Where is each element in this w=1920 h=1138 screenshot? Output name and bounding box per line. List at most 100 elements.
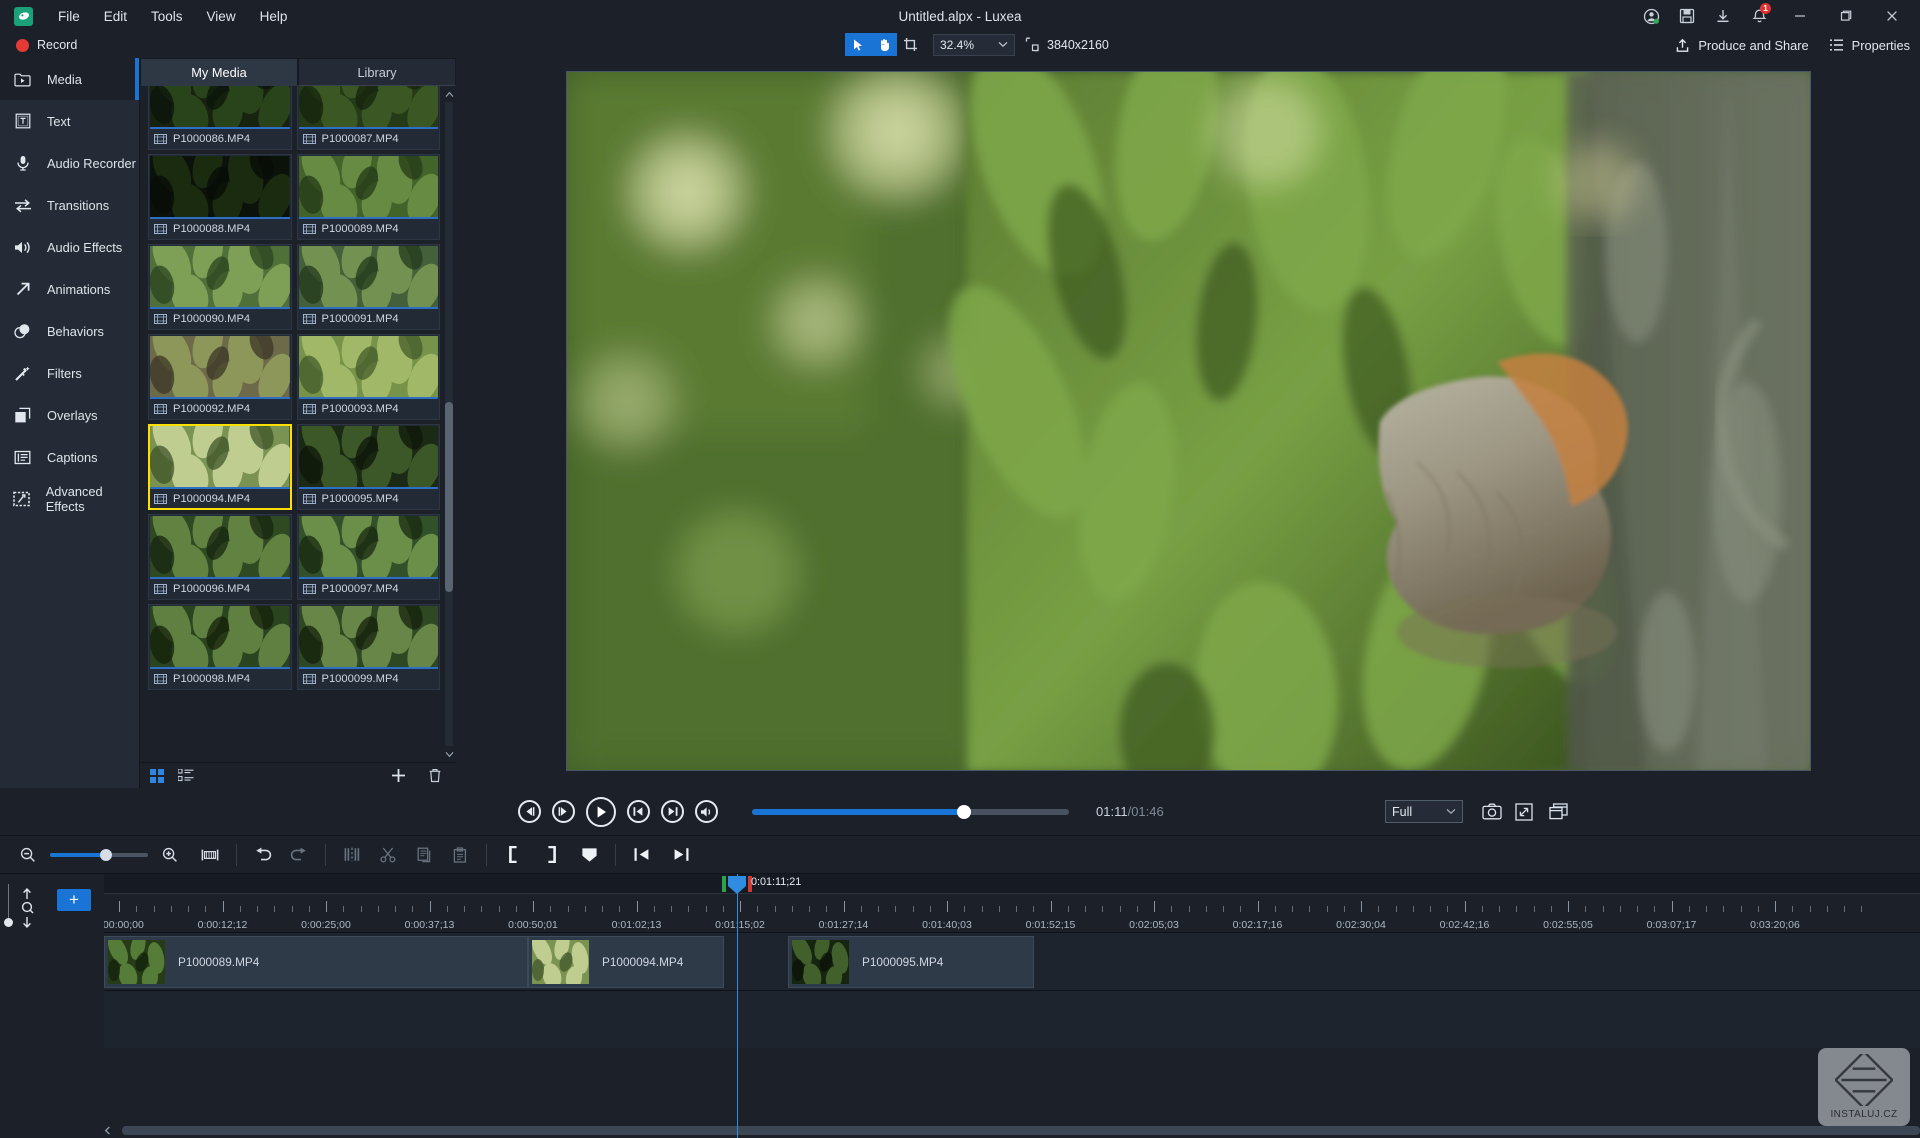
add-media-icon[interactable] xyxy=(391,768,406,783)
list-view-icon[interactable] xyxy=(178,769,194,782)
play-icon[interactable] xyxy=(586,797,616,827)
sidebar-item-text[interactable]: Text xyxy=(0,100,139,142)
sidebar-item-captions[interactable]: Captions xyxy=(0,436,139,478)
add-marker-icon[interactable] xyxy=(575,841,603,869)
timeline-clip[interactable]: P1000095.MP4 xyxy=(788,936,1034,988)
mark-out-icon[interactable] xyxy=(537,841,565,869)
select-arrow-tool-icon[interactable] xyxy=(845,33,871,56)
video-preview[interactable] xyxy=(566,71,1811,771)
playhead-handle-icon[interactable] xyxy=(726,876,748,893)
hand-pan-tool-icon[interactable] xyxy=(871,33,897,56)
scroll-up-arrow-icon[interactable] xyxy=(442,86,456,102)
sidebar-item-overlays[interactable]: Overlays xyxy=(0,394,139,436)
sidebar-item-filters[interactable]: Filters xyxy=(0,352,139,394)
tab-my-media[interactable]: My Media xyxy=(140,58,298,86)
media-item[interactable]: P1000087.MP4 xyxy=(297,86,441,150)
detach-window-icon[interactable] xyxy=(1546,800,1570,824)
trash-icon[interactable] xyxy=(428,768,442,783)
crop-tool-icon[interactable] xyxy=(897,33,923,56)
mark-in-icon[interactable] xyxy=(499,841,527,869)
notification-bell-icon[interactable]: 1 xyxy=(1742,1,1776,31)
menu-help[interactable]: Help xyxy=(249,4,299,29)
zoom-slider-knob[interactable] xyxy=(4,918,13,927)
media-item[interactable]: P1000088.MP4 xyxy=(148,154,292,240)
jump-to-end-icon[interactable] xyxy=(661,800,684,823)
media-item[interactable]: P1000096.MP4 xyxy=(148,514,292,600)
produce-and-share-button[interactable]: Produce and Share xyxy=(1675,38,1808,53)
menu-tools[interactable]: Tools xyxy=(140,4,194,29)
ruler-marker-strip[interactable] xyxy=(104,874,1920,894)
step-forward-icon[interactable] xyxy=(552,800,575,823)
previous-edit-point-icon[interactable] xyxy=(628,841,656,869)
media-item[interactable]: P1000094.MP4 xyxy=(148,424,292,510)
close-button[interactable] xyxy=(1870,0,1914,32)
track-lane[interactable] xyxy=(104,991,1920,1048)
timeline-clip[interactable]: P1000094.MP4 xyxy=(528,936,724,988)
add-track-button[interactable]: + xyxy=(57,889,91,911)
media-item[interactable]: P1000098.MP4 xyxy=(148,604,292,690)
zoom-slider-handle[interactable] xyxy=(100,849,112,861)
timeline-ruler[interactable]: 0:00:00;000:00:12;120:00:25;000:00:37;13… xyxy=(104,874,1920,932)
download-icon[interactable] xyxy=(1706,1,1740,31)
fit-to-window-icon[interactable] xyxy=(196,841,224,869)
preview-quality-select[interactable]: Full xyxy=(1385,800,1463,823)
media-item[interactable]: P1000091.MP4 xyxy=(297,244,441,330)
fullscreen-icon[interactable] xyxy=(1512,800,1536,824)
menu-file[interactable]: File xyxy=(47,4,91,29)
properties-button[interactable]: Properties xyxy=(1829,38,1910,53)
scroll-left-arrow-icon[interactable] xyxy=(104,1126,122,1135)
copy-icon[interactable] xyxy=(410,841,438,869)
save-icon[interactable] xyxy=(1670,1,1704,31)
next-edit-point-icon[interactable] xyxy=(666,841,694,869)
timeline-clip[interactable]: P1000089.MP4 xyxy=(104,936,528,988)
tab-library[interactable]: Library xyxy=(298,58,456,86)
media-item[interactable]: P1000099.MP4 xyxy=(297,604,441,690)
scrollbar-track[interactable] xyxy=(445,102,453,746)
paste-icon[interactable] xyxy=(446,841,474,869)
media-item[interactable]: P1000097.MP4 xyxy=(297,514,441,600)
track-lane[interactable]: P1000089.MP4P1000094.MP4 P1000095.MP4 xyxy=(104,933,1920,990)
redo-icon[interactable] xyxy=(285,841,313,869)
media-item[interactable]: P1000089.MP4 xyxy=(297,154,441,240)
sidebar-item-audio-recorder[interactable]: Audio Recorder xyxy=(0,142,139,184)
record-button[interactable]: Record xyxy=(16,38,77,52)
sidebar-item-audio-effects[interactable]: Audio Effects xyxy=(0,226,139,268)
undo-icon[interactable] xyxy=(249,841,277,869)
timeline-zoom-slider[interactable] xyxy=(50,853,148,857)
minimize-button[interactable] xyxy=(1778,0,1822,32)
account-icon[interactable] xyxy=(1634,1,1668,31)
grid-view-icon[interactable] xyxy=(150,769,164,783)
maximize-button[interactable] xyxy=(1824,0,1868,32)
sidebar-item-media[interactable]: Media xyxy=(0,58,139,100)
project-resolution[interactable]: 3840x2160 xyxy=(1025,37,1109,52)
seek-handle[interactable] xyxy=(957,805,971,819)
media-item[interactable]: P1000095.MP4 xyxy=(297,424,441,510)
jump-to-start-icon[interactable] xyxy=(627,800,650,823)
sidebar-item-advanced-effects[interactable]: Advanced Effects xyxy=(0,478,139,520)
sidebar-item-behaviors[interactable]: Behaviors xyxy=(0,310,139,352)
scissors-cut-icon[interactable] xyxy=(374,841,402,869)
split-clip-icon[interactable] xyxy=(338,841,366,869)
camera-snapshot-icon[interactable] xyxy=(1480,800,1504,824)
track-height-zoom[interactable] xyxy=(16,886,38,926)
playhead[interactable]: 0:01:11;21 xyxy=(737,874,738,1138)
volume-icon[interactable] xyxy=(695,800,718,823)
media-item[interactable]: P1000093.MP4 xyxy=(297,334,441,420)
sidebar-item-animations[interactable]: Animations xyxy=(0,268,139,310)
zoom-level-select[interactable]: 32.4% xyxy=(933,34,1015,56)
menu-view[interactable]: View xyxy=(196,4,247,29)
h-scrollbar-thumb[interactable] xyxy=(122,1126,1920,1135)
sidebar-item-transitions[interactable]: Transitions xyxy=(0,184,139,226)
scroll-down-arrow-icon[interactable] xyxy=(442,746,456,762)
playback-seek-bar[interactable] xyxy=(752,809,1069,815)
zoom-in-icon[interactable] xyxy=(156,841,184,869)
scrollbar-thumb[interactable] xyxy=(445,402,453,592)
timeline-horizontal-scrollbar[interactable] xyxy=(104,1122,1920,1138)
menu-edit[interactable]: Edit xyxy=(93,4,138,29)
media-item[interactable]: P1000092.MP4 xyxy=(148,334,292,420)
zoom-out-icon[interactable] xyxy=(14,841,42,869)
media-item[interactable]: P1000090.MP4 xyxy=(148,244,292,330)
media-scrollbar[interactable] xyxy=(442,86,456,762)
media-item[interactable]: P1000086.MP4 xyxy=(148,86,292,150)
step-back-icon[interactable] xyxy=(518,800,541,823)
